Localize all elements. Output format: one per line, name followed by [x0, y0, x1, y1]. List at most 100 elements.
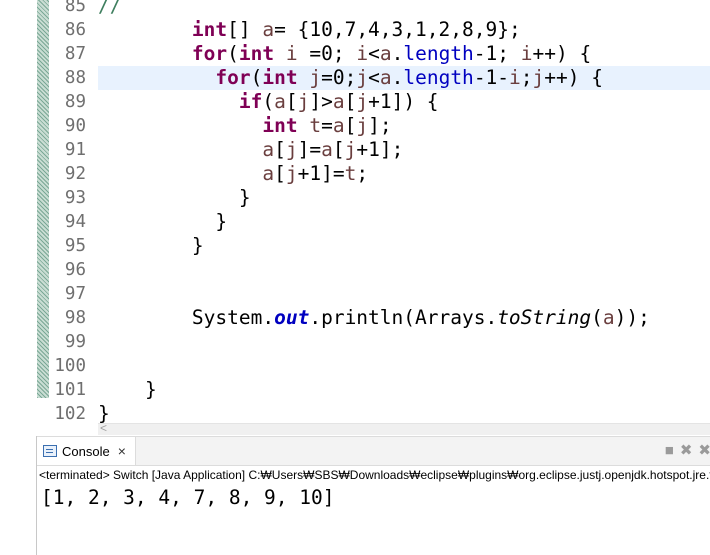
line-number[interactable]: 91	[40, 138, 86, 162]
code-line[interactable]: 99	[0, 330, 710, 354]
code-token: [	[344, 114, 357, 137]
line-number[interactable]: 102	[40, 402, 86, 423]
code-editor[interactable]: 85//86 int[] a= {10,7,4,3,1,2,8,9}; 87 fo…	[0, 0, 710, 423]
console-tab-label: Console	[62, 443, 110, 459]
code-token: ++) {	[532, 42, 592, 65]
code-line[interactable]: 93 }	[0, 186, 710, 210]
line-number[interactable]: 97	[40, 282, 86, 306]
close-icon[interactable]: ×	[118, 443, 126, 459]
code-token: }	[98, 186, 251, 209]
code-token: ++) {	[544, 66, 603, 89]
line-number[interactable]: 98	[40, 306, 86, 330]
code-token: }	[98, 234, 204, 257]
code-line[interactable]: 86 int[] a= {10,7,4,3,1,2,8,9};	[0, 18, 710, 42]
line-number[interactable]: 86	[40, 18, 86, 42]
code-line[interactable]: 91 a[j]=a[j+1];	[0, 138, 710, 162]
code-token: []	[227, 18, 263, 41]
code-token: a	[262, 162, 275, 185]
line-number[interactable]: 89	[40, 90, 86, 114]
code-token: (	[250, 66, 263, 89]
code-token: .println(Arrays.	[309, 306, 498, 329]
code-line[interactable]: 88 for(int j=0;j<a.length-1-i;j++) {	[0, 66, 710, 90]
code-line[interactable]: 89 if(a[j]>a[j+1]) {	[0, 90, 710, 114]
code-text: if(a[j]>a[j+1]) {	[98, 90, 439, 114]
code-token: =0;	[297, 42, 357, 65]
code-token: a	[262, 18, 275, 41]
code-text: }	[98, 210, 227, 234]
code-token: j	[356, 90, 369, 113]
code-line[interactable]: 100	[0, 354, 710, 378]
code-token: j	[309, 66, 322, 89]
line-number[interactable]: 94	[40, 210, 86, 234]
line-number[interactable]: 95	[40, 234, 86, 258]
code-line[interactable]: 97	[0, 282, 710, 306]
code-token: ]=	[297, 138, 322, 161]
terminate-icon[interactable]: ■	[665, 442, 674, 459]
code-token: [	[285, 90, 298, 113]
code-line[interactable]: 90 int t=a[j];	[0, 114, 710, 138]
code-token: t	[309, 114, 322, 137]
line-number[interactable]: 93	[40, 186, 86, 210]
code-line[interactable]: 98 System.out.println(Arrays.toString(a)…	[0, 306, 710, 330]
code-text: for(int i =0; i<a.length-1; i++) {	[98, 42, 591, 66]
console-toolbar: ■ ✖ ✖	[665, 441, 710, 460]
code-token: j	[285, 162, 298, 185]
code-token: j	[285, 138, 298, 161]
code-text: a[j+1]=t;	[98, 162, 368, 186]
code-token: length	[403, 66, 474, 89]
code-token: +1]=	[297, 162, 345, 185]
line-number[interactable]: 96	[40, 258, 86, 282]
code-token: -1;	[473, 42, 521, 65]
console-view: Console × ■ ✖ ✖ <terminated> Switch [Java …	[36, 436, 710, 555]
code-token: (	[262, 90, 275, 113]
code-token: a	[332, 90, 345, 113]
code-token: .	[391, 66, 404, 89]
code-token: j	[356, 114, 369, 137]
code-text: }	[98, 234, 204, 258]
code-token: i	[356, 42, 369, 65]
line-number[interactable]: 99	[40, 330, 86, 354]
code-line[interactable]: 102}	[0, 402, 710, 423]
horizontal-scrollbar[interactable]: <	[98, 421, 710, 435]
code-token: length	[403, 42, 474, 65]
line-number[interactable]: 92	[40, 162, 86, 186]
code-token: = {10,7,4,3,1,2,8,9};	[274, 18, 521, 41]
code-token: j	[356, 66, 369, 89]
code-line[interactable]: 94 }	[0, 210, 710, 234]
code-token: }	[98, 378, 157, 401]
code-text: int t=a[j];	[98, 114, 391, 138]
code-token: +1]) {	[368, 90, 439, 113]
scroll-left-arrow-icon[interactable]: <	[100, 421, 107, 435]
code-token: <	[368, 66, 380, 89]
code-token: [	[344, 90, 357, 113]
code-line[interactable]: 87 for(int i =0; i<a.length-1; i++) {	[0, 42, 710, 66]
line-number[interactable]: 87	[40, 42, 86, 66]
code-line[interactable]: 96	[0, 258, 710, 282]
code-line[interactable]: 92 a[j+1]=t;	[0, 162, 710, 186]
code-token: [	[332, 138, 345, 161]
code-token: i	[509, 66, 521, 89]
code-token: int	[262, 66, 298, 89]
console-status-line: <terminated> Switch [Java Application] C…	[39, 468, 710, 482]
code-text: //	[98, 0, 121, 18]
code-token: if	[238, 90, 263, 113]
console-output[interactable]: [1, 2, 3, 4, 7, 8, 9, 10]	[41, 486, 335, 509]
remove-all-icon[interactable]: ✖	[698, 441, 710, 459]
code-line[interactable]: 95 }	[0, 234, 710, 258]
line-number[interactable]: 101	[40, 378, 86, 402]
code-token: int	[262, 114, 298, 137]
line-number[interactable]: 85	[40, 0, 86, 18]
code-line[interactable]: 101 }	[0, 378, 710, 402]
code-token: t	[344, 162, 357, 185]
code-line[interactable]: 85 //	[0, 0, 710, 18]
line-number[interactable]: 100	[40, 354, 86, 378]
line-number[interactable]: 90	[40, 114, 86, 138]
tab-console[interactable]: Console ×	[37, 437, 136, 465]
remove-launch-icon[interactable]: ✖	[680, 441, 693, 459]
line-number[interactable]: 88	[40, 66, 86, 90]
code-token: a	[379, 66, 392, 89]
code-token: .	[391, 42, 404, 65]
